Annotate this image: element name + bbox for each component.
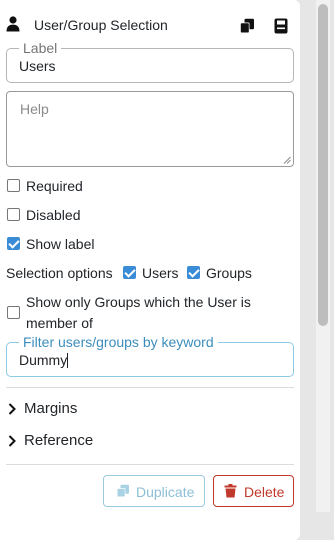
- margins-label: Margins: [24, 400, 78, 417]
- delete-label: Delete: [244, 484, 285, 500]
- section-divider: [6, 387, 294, 388]
- copy-icon: [116, 484, 129, 498]
- panel-header: User/Group Selection: [0, 12, 300, 40]
- label-field-legend: Label: [19, 41, 62, 55]
- copy-icon[interactable]: [239, 18, 255, 34]
- margins-section-toggle[interactable]: Margins: [6, 398, 294, 422]
- groups-checkbox[interactable]: [187, 266, 200, 279]
- user-icon: [6, 16, 20, 32]
- selection-options-label: Selection options: [6, 265, 113, 281]
- required-checkbox[interactable]: [7, 179, 20, 192]
- filter-field-legend: Filter users/groups by keyword: [19, 335, 218, 349]
- text-caret: [67, 353, 69, 368]
- duplicate-label: Duplicate: [136, 484, 195, 500]
- help-textarea[interactable]: Help: [6, 91, 294, 167]
- label-input[interactable]: Users: [19, 58, 56, 74]
- resize-grip-icon[interactable]: [283, 156, 291, 164]
- trash-icon: [224, 484, 237, 498]
- chevron-right-icon: [8, 403, 16, 415]
- show-label-checkbox[interactable]: [7, 237, 20, 250]
- chevron-right-icon: [8, 435, 16, 447]
- groups-member-label-line1: Show only Groups which the User is: [26, 294, 251, 310]
- filter-input[interactable]: Dummy: [19, 352, 69, 368]
- groups-label: Groups: [206, 265, 252, 281]
- scrollbar-thumb[interactable]: [318, 4, 328, 326]
- groups-member-label-line2: member of: [26, 315, 93, 331]
- save-icon[interactable]: [274, 18, 288, 34]
- reference-section-toggle[interactable]: Reference: [6, 430, 294, 454]
- panel-title: User/Group Selection: [34, 17, 168, 33]
- filter-field[interactable]: Filter users/groups by keyword Dummy: [6, 335, 294, 377]
- delete-button[interactable]: Delete: [213, 475, 294, 507]
- footer-divider: [6, 464, 294, 465]
- required-label: Required: [26, 178, 83, 194]
- disabled-label: Disabled: [26, 207, 81, 223]
- filter-input-value: Dummy: [19, 352, 68, 368]
- label-field[interactable]: Label Users: [6, 41, 294, 83]
- reference-label: Reference: [24, 432, 94, 449]
- help-placeholder: Help: [20, 101, 49, 117]
- duplicate-button[interactable]: Duplicate: [103, 475, 205, 507]
- groups-member-checkbox[interactable]: [7, 306, 20, 319]
- users-checkbox[interactable]: [123, 266, 136, 279]
- disabled-checkbox[interactable]: [7, 208, 20, 221]
- users-label: Users: [142, 265, 179, 281]
- show-label-label: Show label: [26, 236, 95, 252]
